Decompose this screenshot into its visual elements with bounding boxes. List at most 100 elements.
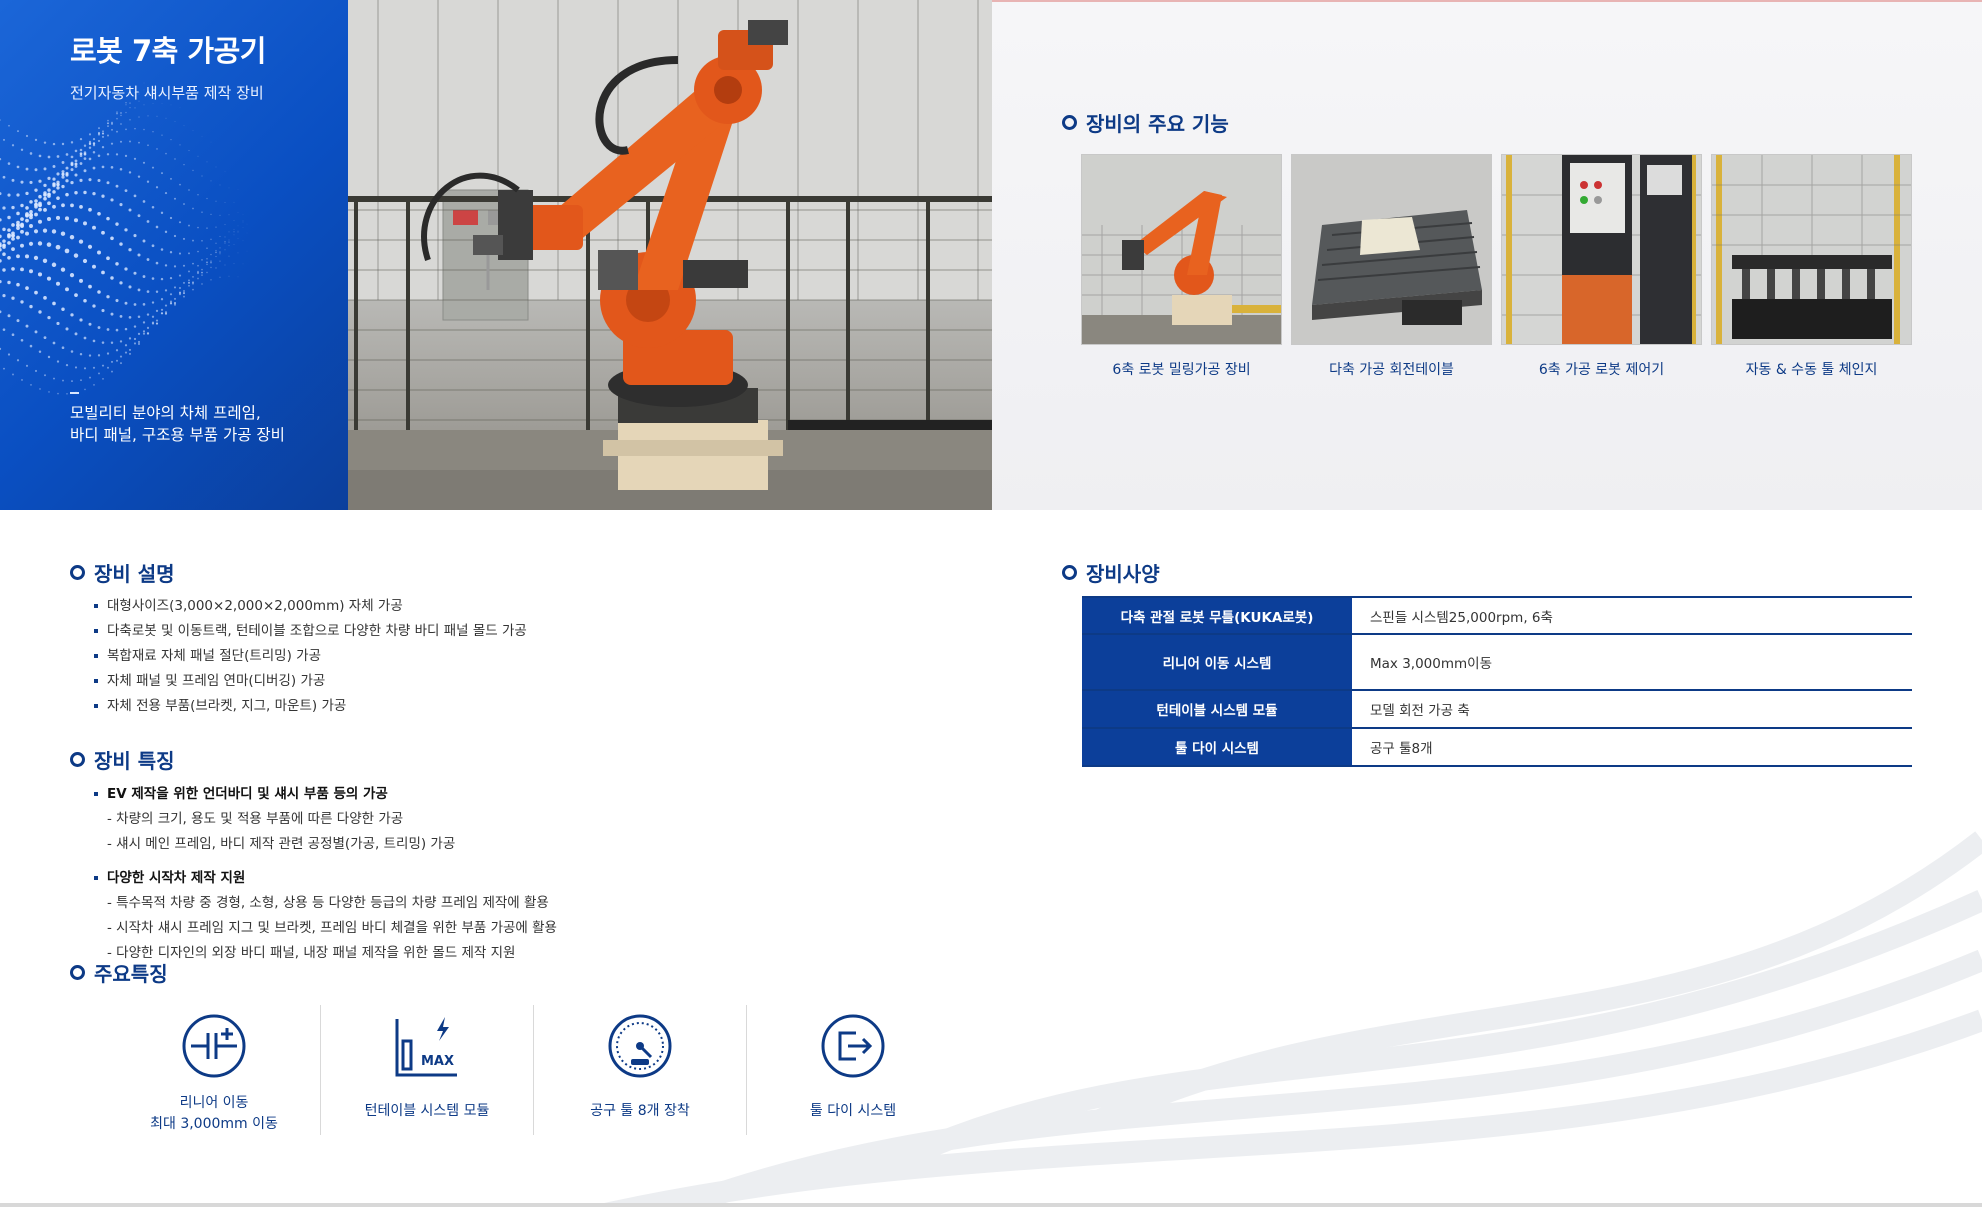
decor-dot	[219, 235, 221, 238]
decor-dot	[88, 354, 92, 357]
decor-dot	[61, 346, 65, 350]
decor-dot	[119, 315, 123, 318]
decor-dot	[11, 205, 15, 210]
decor-dot	[206, 263, 208, 266]
decor-dot	[20, 229, 24, 234]
decor-dot	[137, 340, 141, 344]
decor-dot	[128, 352, 132, 355]
decor-dot	[88, 178, 92, 182]
decor-dot	[246, 250, 248, 252]
key-feature-label-line1: 툴 다이 시스템	[809, 1103, 897, 1119]
decor-dot	[233, 231, 235, 233]
decor-dot	[83, 169, 87, 173]
decor-dot	[197, 226, 199, 229]
decor-dot	[128, 248, 132, 252]
decor-dot	[116, 117, 118, 120]
decor-dot	[47, 188, 51, 192]
decor-dot	[102, 378, 104, 380]
decor-dot	[179, 183, 181, 186]
decor-dot	[42, 228, 48, 233]
decor-dot	[147, 115, 149, 117]
decor-dot	[133, 194, 137, 198]
decor-dot	[16, 282, 20, 287]
key-features-title-text: 주요특징	[94, 962, 168, 986]
decor-dot	[52, 190, 56, 194]
decor-dot	[147, 144, 149, 147]
decor-dot	[201, 274, 203, 276]
decor-dot	[160, 312, 164, 315]
decor-dot	[111, 370, 113, 373]
spec-key: 툴 다이 시스템	[1082, 728, 1352, 767]
decor-dot	[46, 276, 52, 281]
function-card[interactable]: 다축 가공 회전테이블	[1291, 154, 1492, 379]
decor-dot	[142, 275, 146, 278]
decor-dot	[151, 166, 155, 169]
decor-dot	[0, 247, 2, 252]
decor-dot	[155, 309, 159, 312]
decor-dot	[215, 267, 217, 269]
decor-dot	[39, 388, 41, 390]
decor-dot	[173, 234, 177, 238]
decor-dot	[7, 215, 11, 220]
decor-dot	[151, 322, 155, 325]
decor-dot	[128, 337, 132, 340]
decor-dot	[47, 316, 51, 320]
decor-dot	[219, 251, 221, 253]
decor-dot	[7, 228, 11, 232]
decor-dot	[116, 130, 118, 133]
decor-dot	[224, 241, 226, 243]
decor-dot	[7, 353, 11, 356]
decor-dot	[233, 263, 235, 265]
decor-dot	[233, 228, 235, 230]
specs-title-text: 장비사양	[1086, 562, 1160, 586]
decor-dot	[88, 146, 92, 149]
decor-dot	[38, 203, 42, 208]
decor-dot	[65, 287, 69, 292]
decor-dot	[124, 301, 128, 305]
function-card[interactable]: 6축 가공 로봇 제어기	[1501, 154, 1702, 379]
decor-dot	[25, 286, 29, 290]
decor-dot	[155, 322, 159, 325]
decor-dot	[11, 178, 15, 182]
feature-group: 다양한 시작차 제작 지원 - 특수목적 차량 중 경형, 소형, 상용 등 다…	[94, 868, 557, 968]
decor-dot	[128, 348, 132, 351]
decor-dot	[210, 238, 212, 241]
decor-dot	[43, 295, 47, 300]
decor-dot	[25, 364, 29, 367]
decor-dot	[55, 281, 61, 286]
decor-dot	[160, 308, 164, 311]
decor-dot	[228, 241, 230, 243]
decor-dot	[83, 221, 87, 226]
decor-dot	[21, 379, 23, 381]
feature-line: - 시작차 섀시 프레임 지그 및 브라켓, 프레임 바디 체결을 위한 부품 …	[107, 920, 557, 936]
description-list: 대형사이즈(3,000×2,000×2,000mm) 자체 가공 다축로봇 및 …	[94, 596, 527, 721]
decor-dot	[215, 200, 217, 202]
decor-dot	[83, 157, 87, 161]
decor-dot	[129, 118, 131, 121]
decor-dot	[61, 175, 65, 179]
feature-line: - 특수목적 차량 중 경형, 소형, 상용 등 다양한 등급의 차량 프레임 …	[107, 895, 549, 911]
decor-dot	[143, 104, 145, 106]
feature-line: - 섀시 메인 프레임, 바디 제작 관련 공정별(가공, 트리밍) 가공	[107, 836, 456, 852]
function-card[interactable]: 자동 & 수동 툴 체인지	[1711, 154, 1912, 379]
decor-dot	[201, 271, 203, 274]
decor-dot	[38, 179, 42, 183]
decor-dot	[210, 253, 212, 256]
decor-dot	[20, 243, 24, 248]
decor-dot	[97, 290, 101, 294]
decor-dot	[46, 242, 52, 247]
decor-dot	[201, 135, 203, 137]
decor-dot	[97, 250, 101, 255]
decor-dot	[224, 242, 226, 244]
hero-description: 모빌리티 분야의 차체 프레임, 바디 패널, 구조용 부품 가공 장비	[70, 404, 285, 444]
list-item: 대형사이즈(3,000×2,000×2,000mm) 자체 가공	[94, 596, 527, 621]
function-card[interactable]: 6축 로봇 밀링가공 장비	[1081, 154, 1282, 379]
decor-dot	[119, 167, 123, 171]
decor-dot	[146, 258, 150, 261]
decor-dot	[34, 138, 38, 142]
decor-dot	[115, 262, 119, 266]
decor-dot	[80, 379, 82, 382]
decor-dot	[106, 216, 110, 221]
decor-dot	[73, 218, 79, 223]
decor-dot	[43, 167, 47, 171]
